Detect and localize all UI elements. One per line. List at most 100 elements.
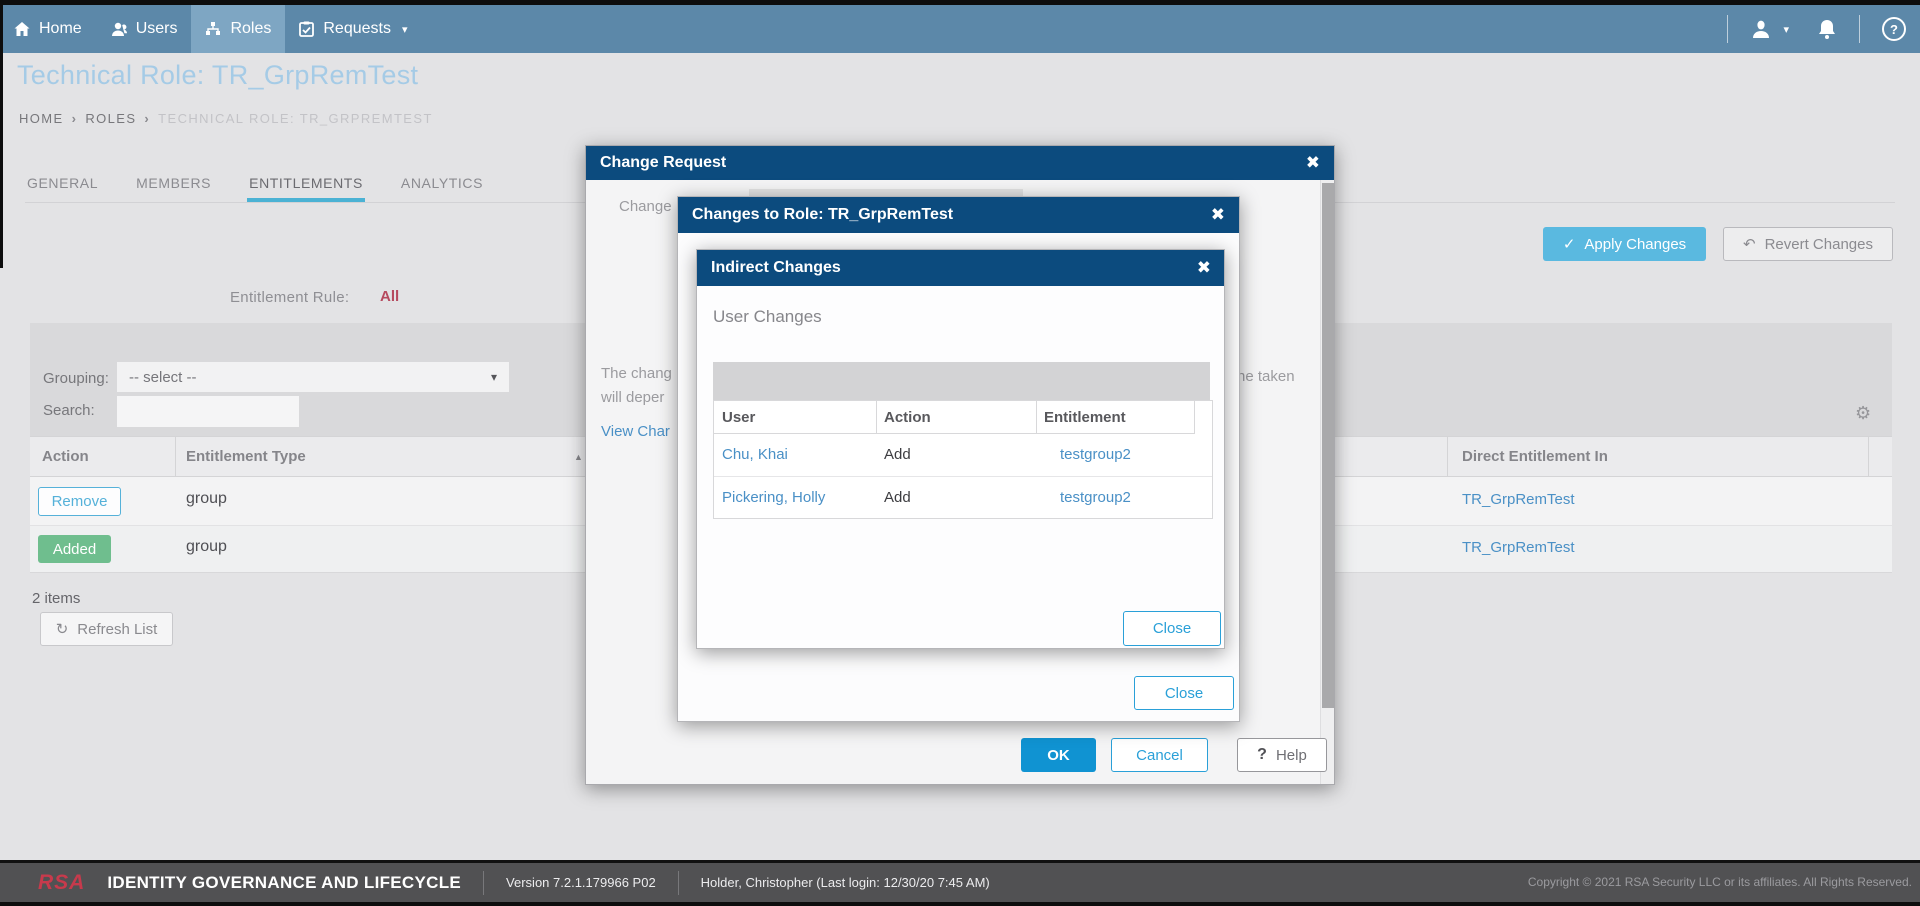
column-header-action[interactable]: Action	[42, 448, 89, 465]
tab-general[interactable]: GENERAL	[25, 172, 100, 202]
column-divider	[1194, 401, 1195, 434]
breadcrumb-separator: ›	[144, 111, 150, 126]
tab-analytics[interactable]: ANALYTICS	[399, 172, 485, 202]
added-badge-button[interactable]: Added	[38, 535, 111, 563]
action-cell: Add	[884, 446, 911, 463]
close-button[interactable]: Close	[1134, 676, 1234, 710]
entitlement-link[interactable]: testgroup2	[1060, 489, 1131, 506]
nav-divider	[1727, 15, 1728, 43]
column-header-entitlement[interactable]: Entitlement	[1036, 401, 1194, 434]
chevron-down-icon: ▾	[1783, 23, 1789, 36]
dialog-title: Changes to Role: TR_GrpRemTest	[692, 206, 953, 224]
nav-divider	[1859, 15, 1860, 43]
indirect-changes-dialog-header[interactable]: Indirect Changes ✖	[697, 250, 1224, 286]
footer-version: Version 7.2.1.179966 P02	[506, 875, 656, 890]
search-label: Search:	[43, 402, 95, 419]
nav-item-label: Roles	[230, 20, 271, 38]
grouping-select[interactable]: -- select -- ▾	[117, 362, 509, 392]
table-toolbar-bar	[713, 362, 1210, 400]
footer-divider	[678, 871, 679, 895]
user-link[interactable]: Pickering, Holly	[722, 489, 825, 506]
help-button[interactable]: ?	[1876, 17, 1912, 41]
dialog-text-fragment: The chang	[601, 365, 672, 382]
roles-icon	[205, 21, 221, 37]
top-nav: Home Users Roles Requests ▾	[0, 5, 1920, 53]
entitlement-rule-label: Entitlement Rule:	[230, 289, 349, 306]
breadcrumb: HOME › ROLES › TECHNICAL ROLE: TR_GRPREM…	[19, 111, 433, 126]
nav-utility-area: ▾ ?	[1727, 5, 1912, 53]
user-changes-table: User Action Entitlement Chu, Khai Add te…	[713, 400, 1213, 519]
close-icon[interactable]: ✖	[1211, 197, 1225, 233]
column-divider	[1868, 437, 1869, 478]
dialog-scrollbar[interactable]	[1320, 180, 1334, 784]
footer-user-info: Holder, Christopher (Last login: 12/30/2…	[701, 875, 990, 890]
revert-changes-button[interactable]: ↶ Revert Changes	[1723, 227, 1893, 261]
tab-entitlements[interactable]: ENTITLEMENTS	[247, 172, 365, 202]
nav-item-roles[interactable]: Roles	[191, 5, 285, 53]
requests-icon	[299, 21, 314, 37]
check-icon: ✓	[1563, 235, 1576, 253]
indirect-changes-dialog: Indirect Changes ✖ User Changes User Act…	[696, 249, 1225, 649]
column-divider	[876, 401, 877, 434]
dialog-text-fragment: ne taken	[1237, 368, 1295, 385]
nav-item-home[interactable]: Home	[0, 5, 96, 53]
entitlement-rule-value[interactable]: All	[380, 288, 399, 305]
search-input[interactable]	[117, 396, 332, 427]
scrollbar-thumb[interactable]	[1322, 183, 1334, 708]
direct-entitlement-link[interactable]: TR_GrpRemTest	[1462, 539, 1575, 556]
table-row: Pickering, Holly Add testgroup2	[714, 477, 1212, 520]
direct-entitlement-link[interactable]: TR_GrpRemTest	[1462, 491, 1575, 508]
page-left-edge	[0, 0, 3, 268]
user-link[interactable]: Chu, Khai	[722, 446, 788, 463]
question-icon: ?	[1257, 746, 1267, 764]
breadcrumb-current: TECHNICAL ROLE: TR_GRPREMTEST	[158, 111, 433, 126]
page-top-edge	[0, 0, 1920, 5]
column-header-entitlement-type[interactable]: Entitlement Type	[186, 448, 306, 465]
refresh-list-button[interactable]: ↻ Refresh List	[40, 612, 173, 646]
gear-icon[interactable]: ⚙	[1855, 403, 1871, 424]
user-changes-heading: User Changes	[713, 307, 822, 327]
nav-item-requests[interactable]: Requests ▾	[285, 5, 421, 53]
undo-icon: ↶	[1743, 235, 1756, 253]
user-menu-button[interactable]: ▾	[1744, 18, 1795, 40]
search-field	[117, 396, 299, 427]
table-row: Chu, Khai Add testgroup2	[714, 434, 1212, 477]
close-button[interactable]: Close	[1123, 611, 1221, 646]
dialog-text-fragment: will deper	[601, 389, 664, 406]
notifications-button[interactable]	[1811, 18, 1843, 40]
nav-item-users[interactable]: Users	[96, 5, 192, 53]
breadcrumb-roles[interactable]: ROLES	[85, 111, 136, 126]
rsa-logo: RSA	[38, 871, 85, 895]
tab-members[interactable]: MEMBERS	[134, 172, 213, 202]
change-label-fragment: Change	[619, 198, 672, 215]
help-icon: ?	[1882, 17, 1906, 41]
refresh-icon: ↻	[56, 620, 69, 638]
nav-item-label: Users	[136, 20, 178, 38]
dialog-title: Change Request	[600, 154, 726, 172]
person-icon	[1750, 18, 1772, 40]
footer-copyright: Copyright © 2021 RSA Security LLC or its…	[1528, 875, 1912, 889]
remove-button[interactable]: Remove	[38, 487, 121, 516]
help-dialog-button[interactable]: ? Help	[1237, 738, 1327, 772]
footer-product-name: IDENTITY GOVERNANCE AND LIFECYCLE	[107, 873, 461, 893]
change-request-dialog-header[interactable]: Change Request ✖	[586, 146, 1334, 180]
users-icon	[110, 21, 127, 37]
apply-changes-button[interactable]: ✓ Apply Changes	[1543, 227, 1706, 261]
close-icon[interactable]: ✖	[1197, 250, 1211, 286]
rsa-igl-app: Home Users Roles Requests ▾ ▾ ? Technic	[0, 0, 1920, 906]
column-header-action[interactable]: Action	[876, 401, 1036, 434]
bell-icon	[1817, 18, 1837, 40]
column-header-direct-entitlement-in[interactable]: Direct Entitlement In	[1462, 448, 1608, 465]
breadcrumb-home[interactable]: HOME	[19, 111, 64, 126]
close-icon[interactable]: ✖	[1306, 146, 1320, 180]
cancel-button[interactable]: Cancel	[1111, 738, 1208, 772]
column-divider	[175, 437, 176, 478]
view-changes-link-fragment[interactable]: View Char	[601, 423, 670, 440]
entitlement-link[interactable]: testgroup2	[1060, 446, 1131, 463]
ok-button[interactable]: OK	[1021, 738, 1096, 772]
items-count: 2 items	[32, 590, 80, 607]
column-header-user[interactable]: User	[714, 401, 876, 434]
page-bottom-edge	[0, 902, 1920, 906]
nav-item-label: Requests	[323, 20, 391, 38]
changes-to-role-dialog-header[interactable]: Changes to Role: TR_GrpRemTest ✖	[678, 197, 1239, 233]
